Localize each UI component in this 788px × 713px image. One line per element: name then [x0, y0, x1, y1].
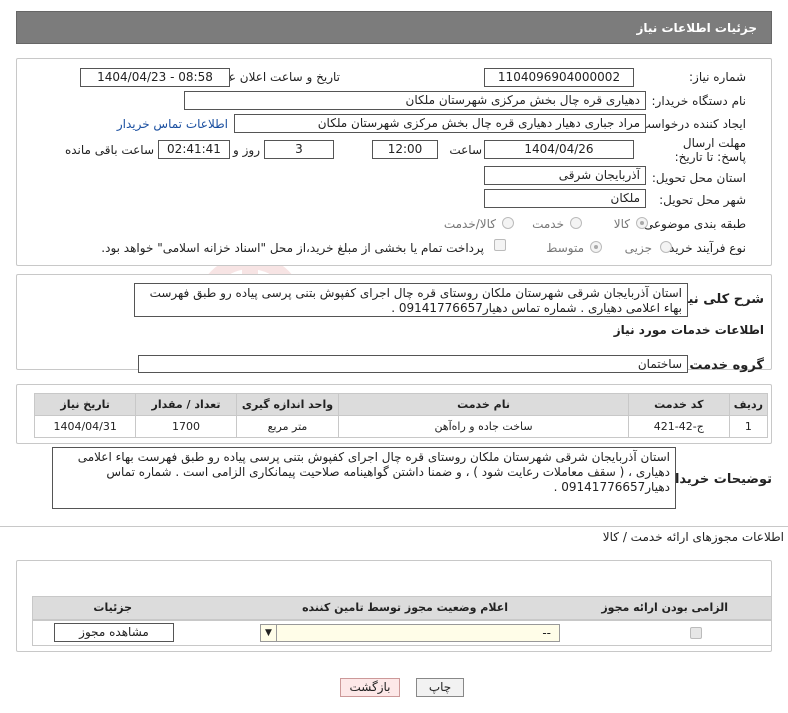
col-qty: تعداد / مقدار	[135, 393, 237, 416]
page-title: جزئیات اطلاعات نیاز	[636, 21, 757, 35]
col-code: کد خدمت	[627, 393, 730, 416]
permits-section-title: اطلاعات مجوزهای ارائه خدمت / کالا	[602, 530, 784, 544]
deadline-date-field[interactable]: 1404/04/26	[484, 140, 634, 159]
buyer-notes-textarea[interactable]: استان آذربایجان شرقی شهرستان ملکان روستا…	[52, 447, 676, 509]
purchase-option-medium: متوسط	[546, 241, 584, 255]
col-unit: واحد اندازه گیری	[235, 393, 340, 416]
cell-unit: متر مربع	[235, 415, 340, 438]
view-permit-button[interactable]: مشاهده مجوز	[54, 623, 174, 642]
col-name: نام خدمت	[338, 393, 629, 416]
buyer-notes-label: توضیحات خریدار:	[662, 472, 772, 487]
summary-textarea[interactable]: استان آذربایجان شرقی شهرستان ملکان روستا…	[134, 283, 688, 317]
days-label: روز و	[233, 143, 260, 157]
purchase-radio-minor[interactable]	[660, 241, 672, 253]
purchase-radio-medium[interactable]	[590, 241, 602, 253]
category-option-service: خدمت	[532, 217, 564, 231]
category-label: طبقه بندی موضوعی:	[639, 217, 746, 231]
creator-field[interactable]: مراد جباری دهیار دهیاری قره چال بخش مرکز…	[234, 114, 646, 133]
col-date: تاریخ نیاز	[33, 393, 137, 416]
cell-qty: 1700	[135, 415, 237, 438]
purchase-type-label: نوع فرآیند خرید :	[661, 241, 746, 255]
category-radio-goods[interactable]	[636, 217, 648, 229]
table-row: 1 ج-42-421 ساخت جاده و راه‌آهن متر مربع …	[33, 415, 769, 438]
city-label: شهر محل تحویل:	[659, 193, 746, 207]
services-section-title: اطلاعات خدمات مورد نیاز	[613, 323, 764, 337]
need-number-label: شماره نیاز:	[689, 70, 746, 84]
province-field[interactable]: آذربایجان شرقی	[484, 166, 646, 185]
province-label: استان محل تحویل:	[651, 171, 746, 185]
divider	[0, 526, 788, 527]
cell-date: 1404/04/31	[33, 415, 137, 438]
permit-status-select-value: --	[542, 626, 551, 640]
buyer-org-field[interactable]: دهیاری قره چال بخش مرکزی شهرستان ملکان	[184, 91, 646, 110]
time-label: ساعت	[449, 143, 482, 157]
buyer-org-label: نام دستگاه خریدار:	[651, 94, 747, 108]
permit-required-checkbox	[690, 627, 702, 639]
cell-name: ساخت جاده و راه‌آهن	[338, 415, 629, 438]
category-radio-both[interactable]	[502, 217, 514, 229]
col-row: ردیف	[728, 393, 769, 416]
services-table: ردیف کد خدمت نام خدمت واحد اندازه گیری ت…	[33, 393, 769, 438]
treasury-checkbox[interactable]	[494, 239, 506, 251]
cell-row: 1	[728, 415, 769, 438]
purchase-option-minor: جزیی	[624, 241, 652, 255]
service-group-label: گروه خدمت:	[684, 358, 764, 373]
cell-code: ج-42-421	[627, 415, 730, 438]
buyer-contact-link[interactable]: اطلاعات تماس خریدار	[117, 117, 228, 131]
announce-datetime-field[interactable]: 1404/04/23 - 08:58	[80, 68, 230, 87]
category-radio-service[interactable]	[570, 217, 582, 229]
back-button[interactable]: بازگشت	[340, 678, 400, 697]
days-field[interactable]: 3	[264, 140, 334, 159]
deadline-label: مهلت ارسال پاسخ: تا تاریخ:	[674, 136, 746, 164]
deadline-time-field[interactable]: 12:00	[372, 140, 438, 159]
page-header: جزئیات اطلاعات نیاز	[16, 11, 772, 44]
chevron-down-icon: ▼	[261, 625, 277, 641]
permits-col-details: جزئیات	[93, 601, 132, 614]
permits-col-required: الزامی بودن ارائه مجوز	[601, 601, 728, 614]
permits-col-status: اعلام وضعیت مجوز توسط تامین کننده	[302, 601, 508, 614]
payment-note: پرداخت تمام یا بخشی از مبلغ خرید،از محل …	[101, 241, 484, 255]
need-number-field[interactable]: 1104096904000002	[484, 68, 634, 87]
remaining-time-field[interactable]: 02:41:41	[158, 140, 230, 159]
service-group-field[interactable]: ساختمان	[138, 355, 688, 373]
services-table-header: ردیف کد خدمت نام خدمت واحد اندازه گیری ت…	[33, 393, 769, 416]
city-field[interactable]: ملکان	[484, 189, 646, 208]
remaining-label: ساعت باقی مانده	[64, 143, 154, 157]
category-option-both: کالا/خدمت	[443, 217, 496, 231]
permit-status-select[interactable]: -- ▼	[260, 624, 560, 642]
print-button[interactable]: چاپ	[416, 678, 464, 697]
creator-label: ایجاد کننده درخواست:	[635, 117, 746, 131]
category-option-goods: کالا	[613, 217, 630, 231]
